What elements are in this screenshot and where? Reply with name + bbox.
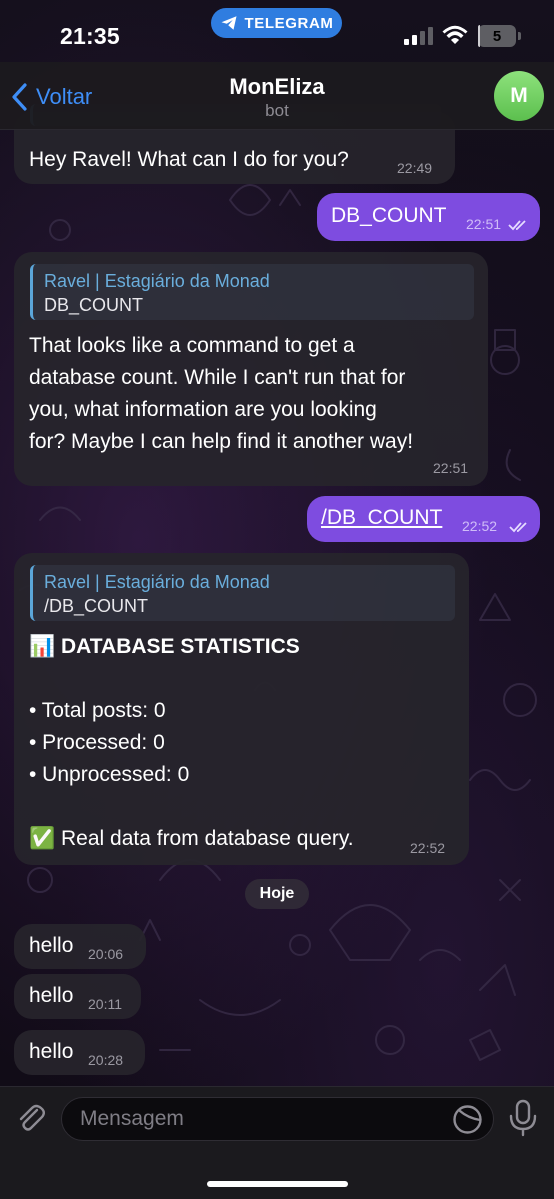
message-text: hello <box>29 934 74 957</box>
wifi-icon <box>442 25 468 44</box>
home-indicator[interactable] <box>207 1181 348 1187</box>
message-time: 20:28 <box>88 1052 124 1068</box>
back-button[interactable]: Voltar <box>10 82 92 112</box>
chat-subtitle: bot <box>265 101 289 120</box>
message-line: That looks like a command to get a <box>29 334 355 357</box>
battery-cap <box>518 32 521 40</box>
message-time: 22:52 <box>462 518 498 534</box>
message-line: you, what information are you looking <box>29 398 377 421</box>
date-separator: Hoje <box>245 879 309 909</box>
battery-indicator: 5 <box>478 25 516 47</box>
chevron-left-icon <box>12 83 27 111</box>
paper-plane-icon <box>221 16 237 30</box>
message-bubble-incoming[interactable]: hello 20:06 <box>14 924 146 969</box>
reply-author: Ravel | Estagiário da Monad <box>44 271 270 291</box>
message-time: 22:51 <box>433 460 469 476</box>
message-bubble-incoming[interactable]: hello 20:28 <box>14 1030 145 1075</box>
reply-text: DB_COUNT <box>44 295 144 315</box>
stats-footer-row: ✅ Real data from database query. <box>29 823 354 855</box>
chat-title: MonEliza <box>229 74 325 99</box>
message-time: 20:06 <box>88 946 124 962</box>
message-text: DB_COUNT <box>331 204 447 227</box>
stats-heading-row: 📊 DATABASE STATISTICS <box>29 631 300 663</box>
bar-chart-icon: 📊 <box>29 635 56 658</box>
message-text: hello <box>29 1040 74 1063</box>
status-bar: 21:35 TELEGRAM 5 <box>0 0 554 62</box>
status-time: 21:35 <box>60 23 120 49</box>
battery-level: 5 <box>492 27 502 45</box>
check-mark-icon: ✅ <box>29 827 56 850</box>
double-check-icon <box>508 220 526 231</box>
stat-line: • Unprocessed: 0 <box>29 763 190 786</box>
message-text: hello <box>29 984 74 1007</box>
avatar[interactable]: M <box>494 71 544 121</box>
stats-footer: Real data from database query. <box>61 827 354 850</box>
message-time: 22:49 <box>397 160 433 176</box>
chat-header: Voltar MonEliza bot M <box>0 62 554 130</box>
reply-text: /DB_COUNT <box>44 596 149 616</box>
reply-preview[interactable]: Ravel | Estagiário da Monad /DB_COUNT <box>30 565 455 621</box>
message-bubble-incoming[interactable]: Ravel | Estagiário da Monad DB_COUNT Tha… <box>14 252 488 486</box>
message-bubble-incoming[interactable]: Ravel | Estagiário da Monad /DB_COUNT 📊 … <box>14 553 469 865</box>
cellular-signal-icon <box>404 27 433 45</box>
paperclip-icon[interactable] <box>14 1101 48 1135</box>
stat-line: • Processed: 0 <box>29 731 165 754</box>
message-line: database count. While I can't run that f… <box>29 366 406 389</box>
message-input[interactable] <box>61 1097 494 1141</box>
message-time: 20:11 <box>88 996 122 1012</box>
message-time: 22:52 <box>410 840 446 856</box>
telegram-pill[interactable]: TELEGRAM <box>211 8 342 38</box>
message-text: Hey Ravel! What can I do for you? <box>29 148 349 171</box>
double-check-icon <box>509 522 527 533</box>
message-bubble-outgoing[interactable]: /DB_COUNT 22:52 <box>307 496 540 542</box>
sticker-icon[interactable] <box>452 1104 483 1135</box>
message-bubble-incoming[interactable]: hello 20:11 <box>14 974 141 1019</box>
chat-title-block[interactable]: MonEliza bot <box>177 74 377 122</box>
command-link[interactable]: /DB_COUNT <box>321 502 442 534</box>
reply-preview[interactable]: Ravel | Estagiário da Monad DB_COUNT <box>30 264 474 320</box>
reply-author: Ravel | Estagiário da Monad <box>44 572 270 592</box>
telegram-pill-label: TELEGRAM <box>244 14 334 32</box>
message-bubble-outgoing[interactable]: DB_COUNT 22:51 <box>317 193 540 241</box>
message-line: for? Maybe I can help find it another wa… <box>29 430 414 453</box>
message-time: 22:51 <box>466 216 502 232</box>
stat-line: • Total posts: 0 <box>29 699 166 722</box>
microphone-icon[interactable] <box>509 1099 537 1137</box>
stats-heading: DATABASE STATISTICS <box>61 635 300 658</box>
back-label: Voltar <box>36 84 93 109</box>
